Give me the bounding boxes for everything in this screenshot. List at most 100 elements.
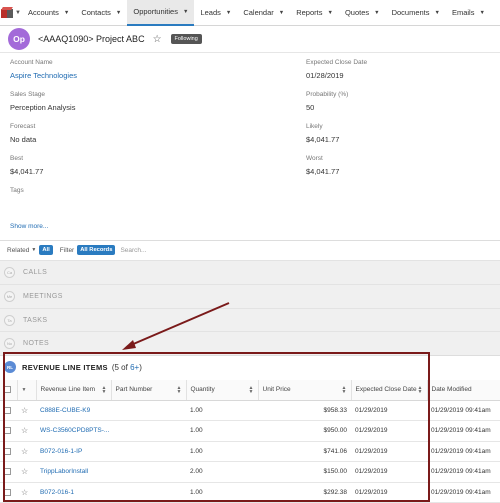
sort-icon[interactable]: ▲ ▼ (342, 386, 347, 395)
subpanel-tasks[interactable]: Ta TASKS (0, 308, 500, 332)
row-favorite-cell[interactable]: ☆ (17, 461, 36, 483)
nav-item-opportunities[interactable]: Opportunities ▼ (127, 0, 195, 26)
quantity-cell: 1.00 (186, 400, 258, 421)
chevron-down-icon[interactable]: ▼ (64, 10, 69, 16)
favorite-star-icon[interactable]: ☆ (153, 34, 162, 45)
nav-item-calendar[interactable]: Calendar ▼ (237, 0, 290, 26)
sort-icon[interactable]: ▲ ▼ (418, 386, 423, 395)
favorite-star-icon[interactable]: ☆ (21, 467, 28, 476)
field-value[interactable]: 50 (306, 103, 348, 112)
nav-item-reports[interactable]: Reports ▼ (290, 0, 339, 26)
row-checkbox[interactable] (4, 427, 11, 435)
rli-name-link[interactable]: WS-C3560CPD8PTS-... (36, 420, 111, 442)
field-value[interactable]: $4,041.77 (10, 167, 43, 176)
rli-name-link[interactable]: B072-016-1-IP (36, 441, 111, 462)
column-header-name[interactable]: Revenue Line Item ▲ ▼ (36, 380, 112, 401)
search-input[interactable]: Search... (120, 247, 146, 254)
all-records-pill[interactable]: All Records (77, 245, 116, 255)
meetings-icon: Me (4, 291, 15, 302)
rli-header[interactable]: RL REVENUE LINE ITEMS (5 of 6+) (0, 356, 500, 378)
row-checkbox[interactable] (4, 468, 11, 476)
subpanel-meetings[interactable]: Me MEETINGS (0, 284, 500, 308)
nav-item-leads[interactable]: Leads ▼ (194, 0, 237, 26)
table-row[interactable]: ☆ B072-016-1 1.00 $292.38 01/29/2019 01/… (0, 482, 500, 503)
count-more-link[interactable]: 6+ (130, 363, 139, 372)
select-all-checkbox[interactable] (4, 386, 11, 394)
column-header-unit-price[interactable]: Unit Price ▲ ▼ (258, 380, 352, 401)
following-button[interactable]: Following (170, 34, 202, 44)
rli-name-link[interactable]: TrippLaborInstall (36, 461, 111, 483)
chevron-down-icon[interactable]: ▼ (31, 247, 36, 253)
nav-item-documents[interactable]: Documents ▼ (386, 0, 446, 26)
chevron-down-icon[interactable]: ▼ (226, 10, 231, 16)
column-header-quantity[interactable]: Quantity ▲ ▼ (186, 380, 259, 401)
field-value[interactable]: No data (10, 135, 36, 144)
select-all-cell[interactable] (0, 380, 18, 401)
chevron-down-icon[interactable]: ▼ (22, 387, 27, 393)
table-row[interactable]: ☆ C888E-CUBE-K9 1.00 $958.33 01/29/2019 … (0, 400, 500, 421)
rli-name-link[interactable]: B072-016-1 (36, 482, 111, 503)
table-row[interactable]: ☆ TrippLaborInstall 2.00 $150.00 01/29/2… (0, 461, 500, 483)
column-label: Revenue Line Item (40, 386, 96, 394)
table-row[interactable]: ☆ B072-016-1-IP 1.00 $741.06 01/29/2019 … (0, 441, 500, 462)
row-favorite-cell[interactable]: ☆ (17, 482, 36, 503)
chevron-down-icon[interactable]: ▼ (435, 10, 440, 16)
nav-label: Emails (451, 8, 475, 17)
nav-label: Reports (296, 8, 323, 17)
column-header-expected-close[interactable]: Expected Close Date ▲ ▼ (351, 380, 428, 401)
field-value[interactable]: $4,041.77 (306, 135, 339, 144)
field-worst: Worst $4,041.77 (306, 155, 339, 176)
chevron-down-icon[interactable]: ▼ (279, 10, 284, 16)
row-favorite-cell[interactable]: ☆ (17, 441, 36, 462)
subpanel-calls[interactable]: Ca CALLS (0, 260, 500, 284)
header-actions-cell[interactable]: ▼ (17, 380, 37, 401)
row-favorite-cell[interactable]: ☆ (17, 420, 36, 442)
subpanel-notes[interactable]: No NOTES (0, 331, 500, 355)
nav-item-accounts[interactable]: Accounts ▼ (22, 0, 75, 26)
row-checkbox[interactable] (4, 406, 11, 414)
show-more-link[interactable]: Show more... (10, 223, 48, 230)
part-number-cell (111, 400, 186, 421)
row-select-cell[interactable] (0, 461, 17, 483)
column-header-part-number[interactable]: Part Number ▲ ▼ (111, 380, 187, 401)
favorite-star-icon[interactable]: ☆ (21, 447, 28, 456)
app-logo[interactable]: ▼ (0, 0, 22, 26)
row-select-cell[interactable] (0, 420, 17, 442)
field-tags: Tags (10, 187, 24, 194)
rli-name-link[interactable]: C888E-CUBE-K9 (36, 400, 111, 421)
cube-logo-icon (1, 6, 14, 19)
all-module-pill[interactable]: All (39, 245, 53, 255)
related-dropdown[interactable]: Related (7, 247, 29, 254)
sort-icon[interactable]: ▲ ▼ (102, 386, 107, 395)
column-header-date-modified[interactable]: Date Modified (427, 380, 500, 401)
sort-icon[interactable]: ▲ ▼ (249, 386, 254, 395)
favorite-star-icon[interactable]: ☆ (21, 426, 28, 435)
chevron-down-icon[interactable]: ▼ (374, 10, 379, 16)
unit-price-cell: $958.33 (258, 400, 351, 421)
row-select-cell[interactable] (0, 441, 17, 462)
sort-icon[interactable]: ▲ ▼ (177, 386, 182, 395)
nav-label: Calendar (243, 8, 274, 17)
nav-item-quotes[interactable]: Quotes ▼ (339, 0, 386, 26)
nav-item-emails[interactable]: Emails ▼ (446, 0, 491, 26)
favorite-star-icon[interactable]: ☆ (21, 406, 28, 415)
nav-item-contacts[interactable]: Contacts ▼ (75, 0, 127, 26)
chevron-down-icon[interactable]: ▼ (116, 10, 121, 16)
chevron-down-icon[interactable]: ▼ (183, 9, 188, 15)
row-select-cell[interactable] (0, 400, 17, 421)
row-checkbox[interactable] (4, 447, 11, 455)
favorite-star-icon[interactable]: ☆ (21, 488, 28, 497)
row-favorite-cell[interactable]: ☆ (17, 400, 36, 421)
field-value[interactable]: $4,041.77 (306, 167, 339, 176)
date-modified-cell: 01/29/2019 09:41am (427, 420, 500, 442)
field-value[interactable]: Perception Analysis (10, 103, 75, 112)
nav-label: Documents (391, 8, 430, 17)
account-name-link[interactable]: Aspire Technologies (10, 71, 77, 80)
nav-label: Accounts (28, 8, 59, 17)
row-select-cell[interactable] (0, 482, 17, 503)
table-row[interactable]: ☆ WS-C3560CPD8PTS-... 1.00 $950.00 01/29… (0, 420, 500, 442)
row-checkbox[interactable] (4, 488, 11, 496)
chevron-down-icon[interactable]: ▼ (327, 10, 332, 16)
field-value[interactable]: 01/28/2019 (306, 71, 367, 80)
chevron-down-icon[interactable]: ▼ (479, 10, 484, 16)
